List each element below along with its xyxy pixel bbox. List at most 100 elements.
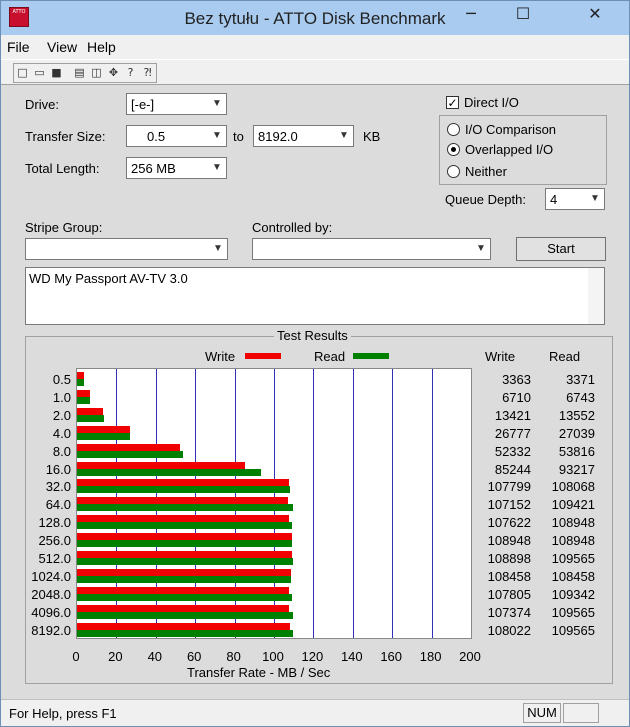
y-tick-label: 8192.0 (31, 622, 71, 638)
read-bar (77, 629, 293, 637)
legend-read-label: Read (314, 349, 346, 364)
x-tick-label: 100 (262, 649, 284, 664)
io-comparison-label: I/O Comparison (465, 122, 557, 137)
kb-label: KB (363, 129, 381, 144)
save-icon[interactable]: ■ (48, 64, 65, 82)
read-bar (77, 414, 104, 422)
open-icon[interactable]: ▭ (31, 64, 48, 82)
overlapped-io-radio[interactable] (447, 143, 460, 156)
direct-io-checkbox[interactable]: ✓ (446, 96, 459, 109)
queue-depth-label: Queue Depth: (445, 192, 526, 207)
status-bar: For Help, press F1 NUM (1, 699, 629, 726)
read-bar (77, 593, 293, 601)
to-label: to (233, 129, 244, 144)
transfer-size-to-select[interactable]: 8192.0 ▼ (253, 125, 354, 147)
write-value: 108948 (487, 533, 531, 549)
total-length-select[interactable]: 256 MB ▼ (126, 157, 227, 179)
write-bar (77, 551, 292, 558)
drive-label: Drive: (25, 97, 59, 112)
write-value: 107374 (487, 604, 531, 620)
write-value: 108898 (487, 551, 531, 566)
stripe-group-select[interactable]: ▼ (25, 238, 228, 260)
write-bar (77, 479, 290, 487)
x-tick-label: 160 (380, 649, 403, 664)
test-results-title: Test Results (274, 328, 351, 343)
controlled-by-select[interactable]: ▼ (252, 238, 491, 260)
start-button[interactable]: Start (516, 237, 606, 261)
neither-radio[interactable] (447, 165, 460, 178)
minimize-button[interactable]: ─ (457, 3, 485, 25)
direct-io-label: Direct I/O (464, 95, 519, 110)
read-value: 109421 (551, 497, 595, 513)
write-bar (77, 533, 292, 541)
move-icon[interactable]: ✥ (105, 64, 122, 82)
y-tick-label: 8.0 (52, 443, 71, 459)
y-tick-label: 512.0 (38, 551, 71, 566)
gridline (431, 369, 433, 638)
chevron-down-icon: ▼ (209, 239, 227, 259)
write-value: 108022 (487, 622, 531, 638)
write-bar (77, 604, 289, 612)
y-tick-label: 4096.0 (31, 604, 71, 620)
total-length-label: Total Length: (25, 161, 100, 176)
toolbar: □ ▭ ■ ▤ ◫ ✥ ? ⁈ (1, 59, 629, 85)
new-icon[interactable]: □ (14, 64, 31, 82)
gridline (313, 369, 315, 638)
x-tick-label: 120 (301, 649, 324, 664)
x-tick-label: 140 (340, 649, 363, 664)
write-value: 107622 (487, 515, 531, 531)
read-bar (77, 450, 184, 458)
write-bar (77, 389, 91, 397)
y-tick-label: 256.0 (38, 533, 71, 549)
queue-depth-select[interactable]: 4 ▼ (545, 188, 605, 210)
read-value: 108948 (551, 515, 595, 531)
read-value: 109565 (551, 551, 595, 566)
read-value: 109342 (551, 586, 595, 602)
read-bar (77, 522, 292, 530)
read-bar (77, 558, 293, 565)
help-icon[interactable]: ? (122, 64, 139, 82)
read-value: 108068 (551, 479, 595, 495)
scrollbar[interactable] (588, 268, 604, 324)
write-value: 3363 (502, 372, 531, 387)
y-tick-label: 1.0 (52, 389, 71, 405)
read-value: 108948 (551, 533, 595, 549)
read-bar (77, 379, 84, 386)
read-bar (77, 575, 291, 583)
drive-select[interactable]: [-e-] ▼ (126, 93, 227, 115)
write-value: 26777 (494, 425, 531, 441)
x-tick-label: 180 (419, 649, 442, 664)
write-bar (77, 372, 84, 379)
write-bar (77, 407, 104, 415)
maximize-button[interactable]: ☐ (509, 3, 537, 25)
read-value: 108458 (551, 568, 595, 584)
print-preview-icon[interactable]: ◫ (88, 64, 105, 82)
io-comparison-radio[interactable] (447, 123, 460, 136)
write-bar (77, 568, 291, 576)
title-bar[interactable]: ATTO Bez tytułu - ATTO Disk Benchmark ─ … (1, 1, 629, 35)
menu-bar: File View Help (1, 35, 629, 59)
print-icon[interactable]: ▤ (71, 64, 88, 82)
write-bar (77, 515, 289, 523)
write-bar (77, 443, 181, 451)
y-tick-label: 1024.0 (31, 568, 71, 584)
description-textarea[interactable]: WD My Passport AV-TV 3.0 (25, 267, 605, 325)
write-bar (77, 622, 290, 630)
controlled-by-label: Controlled by: (252, 220, 333, 235)
overlapped-io-label: Overlapped I/O (465, 142, 554, 157)
menu-view[interactable]: View (47, 39, 77, 55)
menu-file[interactable]: File (7, 39, 30, 55)
transfer-size-label: Transfer Size: (25, 129, 106, 144)
y-tick-label: 128.0 (38, 515, 71, 531)
close-button[interactable]: ✕ (581, 3, 609, 25)
chart-plot-area (76, 368, 472, 639)
context-help-icon[interactable]: ⁈ (139, 64, 156, 82)
chevron-down-icon: ▼ (472, 239, 490, 259)
app-window: ATTO Bez tytułu - ATTO Disk Benchmark ─ … (0, 0, 630, 727)
transfer-size-from-select[interactable]: 0.5 ▼ (126, 125, 227, 147)
y-tick-label: 64.0 (45, 497, 71, 513)
read-value: 53816 (558, 443, 595, 459)
menu-help[interactable]: Help (87, 39, 116, 55)
neither-label: Neither (465, 164, 507, 179)
x-tick-label: 20 (108, 649, 123, 664)
